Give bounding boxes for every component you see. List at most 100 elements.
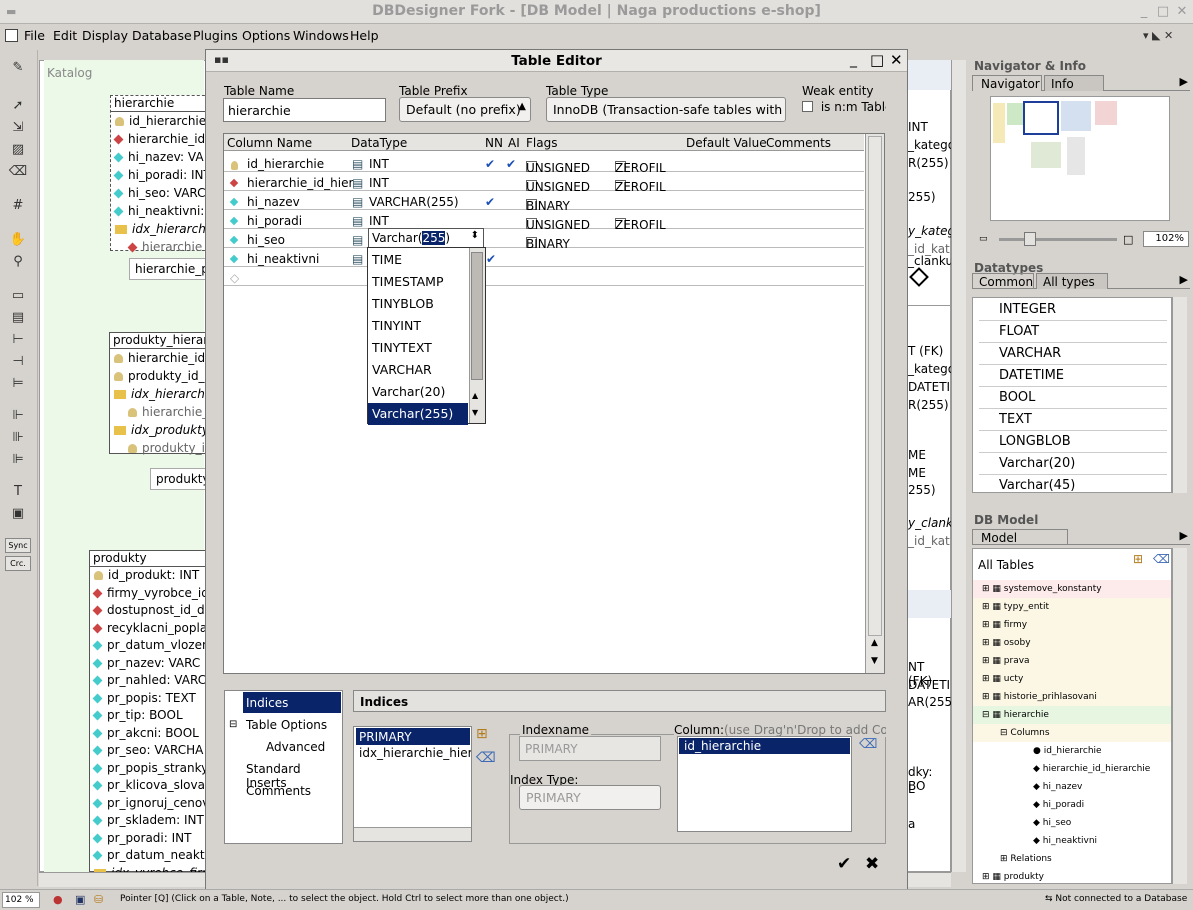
zoom-slider-thumb[interactable]: [1024, 232, 1036, 246]
panel-menu-icon[interactable]: ▶: [1180, 75, 1188, 88]
tree-column[interactable]: ◆ hi_poradi: [1033, 800, 1084, 810]
zoom-icon[interactable]: ⚲: [7, 254, 29, 272]
zoom-in-icon[interactable]: □: [1123, 233, 1133, 246]
index-item[interactable]: PRIMARY: [356, 728, 470, 745]
mdi-controls[interactable]: ▾ ◣ ✕: [1143, 29, 1173, 42]
datatype-item[interactable]: FLOAT: [979, 322, 1167, 343]
remove-column-icon[interactable]: ⌫: [859, 737, 877, 752]
tab-navigator[interactable]: Navigator: [972, 75, 1042, 91]
tree-item-advanced[interactable]: Advanced: [266, 740, 325, 754]
datatype-dropdown[interactable]: TIME TIMESTAMP TINYBLOB TINYINT TINYTEXT…: [367, 247, 486, 425]
zoom-value[interactable]: 102%: [1143, 231, 1189, 247]
select-area-icon[interactable]: ▨: [7, 142, 29, 160]
relation-diamond-icon[interactable]: [909, 267, 929, 287]
column-row[interactable]: hi_seo ▤ BINARY: [224, 229, 864, 251]
column-row[interactable]: hi_poradi ▤ INT UNSIGNED ZEROFIL: [224, 210, 864, 232]
pointer-tool-icon[interactable]: ➚: [7, 98, 29, 116]
tree-column[interactable]: ◆ hi_seo: [1033, 818, 1071, 828]
nm-table-checkbox[interactable]: is n:m Table: [802, 100, 886, 114]
index-item[interactable]: idx_hierarchie_hiera: [359, 746, 471, 760]
menu-windows[interactable]: Windows: [293, 28, 349, 43]
tree-item-table-options[interactable]: Table Options: [246, 718, 327, 732]
sync-button[interactable]: Sync: [5, 538, 31, 553]
column-row-new[interactable]: ◇: [224, 267, 864, 286]
move-tool-icon[interactable]: ⇲: [7, 120, 29, 138]
tree-table[interactable]: ⊟ ▦ hierarchie: [982, 710, 1049, 720]
tab-common[interactable]: Common: [972, 273, 1034, 289]
save-icon[interactable]: ▣: [75, 893, 85, 906]
note-icon[interactable]: T: [7, 484, 29, 502]
table-type-select[interactable]: InnoDB (Transaction-safe tables with: [546, 97, 786, 122]
datatype-item[interactable]: BOOL: [979, 388, 1167, 409]
tab-model[interactable]: Model: [972, 529, 1068, 545]
canvas-vertical-scrollbar[interactable]: [951, 60, 966, 872]
delete-index-icon[interactable]: ⌫: [476, 750, 496, 766]
dialog-maximize-icon[interactable]: □: [870, 51, 884, 69]
tree-table[interactable]: ⊞ ▦ prava: [982, 656, 1030, 666]
menu-options[interactable]: Options: [242, 28, 290, 43]
add-table-icon[interactable]: ⊞: [1133, 552, 1143, 566]
tree-table[interactable]: ⊞ ▦ systemove_konstanty: [982, 584, 1102, 594]
dropdown-item-selected[interactable]: Varchar(255): [368, 403, 468, 425]
tab-info[interactable]: Info: [1044, 75, 1104, 91]
tree-table[interactable]: ⊞ ▦ historie_prihlasovani: [982, 692, 1097, 702]
table-icon[interactable]: ▤: [7, 310, 29, 328]
cancel-x-icon[interactable]: ✖: [865, 854, 879, 874]
indexname-input[interactable]: PRIMARY: [519, 736, 661, 761]
menu-display[interactable]: Display: [82, 28, 128, 43]
relation-label[interactable]: hierarchie_p: [129, 258, 211, 280]
index-column-item[interactable]: id_hierarchie: [679, 738, 850, 754]
maximize-icon[interactable]: □: [1156, 5, 1170, 19]
datatype-item[interactable]: Varchar(20): [979, 454, 1167, 475]
menu-file[interactable]: File: [24, 28, 45, 43]
tree-item-indices[interactable]: Indices: [243, 692, 341, 713]
tab-all-types[interactable]: All types: [1036, 273, 1108, 289]
tree-relations[interactable]: ⊞ Relations: [1000, 854, 1052, 864]
table-prefix-select[interactable]: Default (no prefix) ▲: [399, 97, 531, 122]
relation-sub-icon[interactable]: ⊩: [7, 408, 29, 426]
tree-column[interactable]: ◆ hi_nazev: [1033, 782, 1082, 792]
tree-root[interactable]: All Tables: [978, 558, 1034, 572]
menu-edit[interactable]: Edit: [53, 28, 77, 43]
dropdown-item[interactable]: Varchar(20): [368, 381, 468, 403]
table-name-input[interactable]: hierarchie: [223, 98, 386, 122]
grid-icon[interactable]: #: [7, 198, 29, 216]
add-index-icon[interactable]: ⊞: [476, 726, 488, 742]
column-row[interactable]: hi_neaktivni ▤ ✔: [224, 248, 864, 267]
dropdown-item[interactable]: TIMESTAMP: [368, 271, 468, 293]
dropdown-item[interactable]: TINYTEXT: [368, 337, 468, 359]
tree-table[interactable]: ⊞ ▦ typy_entit: [982, 602, 1049, 612]
datatype-item[interactable]: VARCHAR: [979, 344, 1167, 365]
dropdown-item[interactable]: VARCHAR: [368, 359, 468, 381]
index-type-select[interactable]: PRIMARY: [519, 785, 661, 810]
datatype-item[interactable]: INTEGER: [979, 300, 1167, 321]
menu-plugins[interactable]: Plugins: [193, 28, 238, 43]
column-row[interactable]: hierarchie_id_hier ▤ INT UNSIGNED ZEROFI…: [224, 172, 864, 194]
database-icon[interactable]: ⛁: [94, 893, 103, 906]
column-row[interactable]: hi_nazev ▤ VARCHAR(255) ✔ BINARY: [224, 191, 864, 213]
stop-icon[interactable]: ●: [53, 893, 63, 906]
table-produkty-hierarchie[interactable]: produkty_hierarc hierarchie_id produkty_…: [109, 332, 214, 455]
hand-icon[interactable]: ✋: [7, 232, 29, 250]
tree-item-comments[interactable]: Comments: [246, 784, 311, 798]
tree-column[interactable]: ◆ hi_neaktivni: [1033, 836, 1097, 846]
minimize-icon[interactable]: _: [1137, 5, 1151, 19]
dialog-close-icon[interactable]: ✕: [890, 51, 903, 69]
tree-table[interactable]: ⊞ ▦ ucty: [982, 674, 1023, 684]
tree-column[interactable]: ● id_hierarchie: [1033, 746, 1102, 756]
dropdown-item[interactable]: TINYINT: [368, 315, 468, 337]
zoom-out-icon[interactable]: ▭: [979, 234, 988, 244]
index-list-hscrollbar[interactable]: [354, 827, 471, 841]
menu-help[interactable]: Help: [350, 28, 379, 43]
table-hierarchie[interactable]: hierarchie id_hierarchie hierarchie_id h…: [110, 95, 210, 254]
dropdown-item[interactable]: TIME: [368, 249, 468, 271]
tree-table[interactable]: ⊞ ▦ osoby: [982, 638, 1031, 648]
apply-check-icon[interactable]: ✔: [837, 854, 851, 874]
dropdown-item[interactable]: TINYBLOB: [368, 293, 468, 315]
grid-scrollbar[interactable]: ▲ ▼: [865, 134, 884, 673]
region-icon[interactable]: ▭: [7, 288, 29, 306]
tree-table[interactable]: ⊞ ▦ firmy: [982, 620, 1027, 630]
datatype-item[interactable]: DATETIME: [979, 366, 1167, 387]
dropdown-scrollbar[interactable]: ▲ ▼: [469, 248, 485, 423]
menu-database[interactable]: Database: [132, 28, 192, 43]
